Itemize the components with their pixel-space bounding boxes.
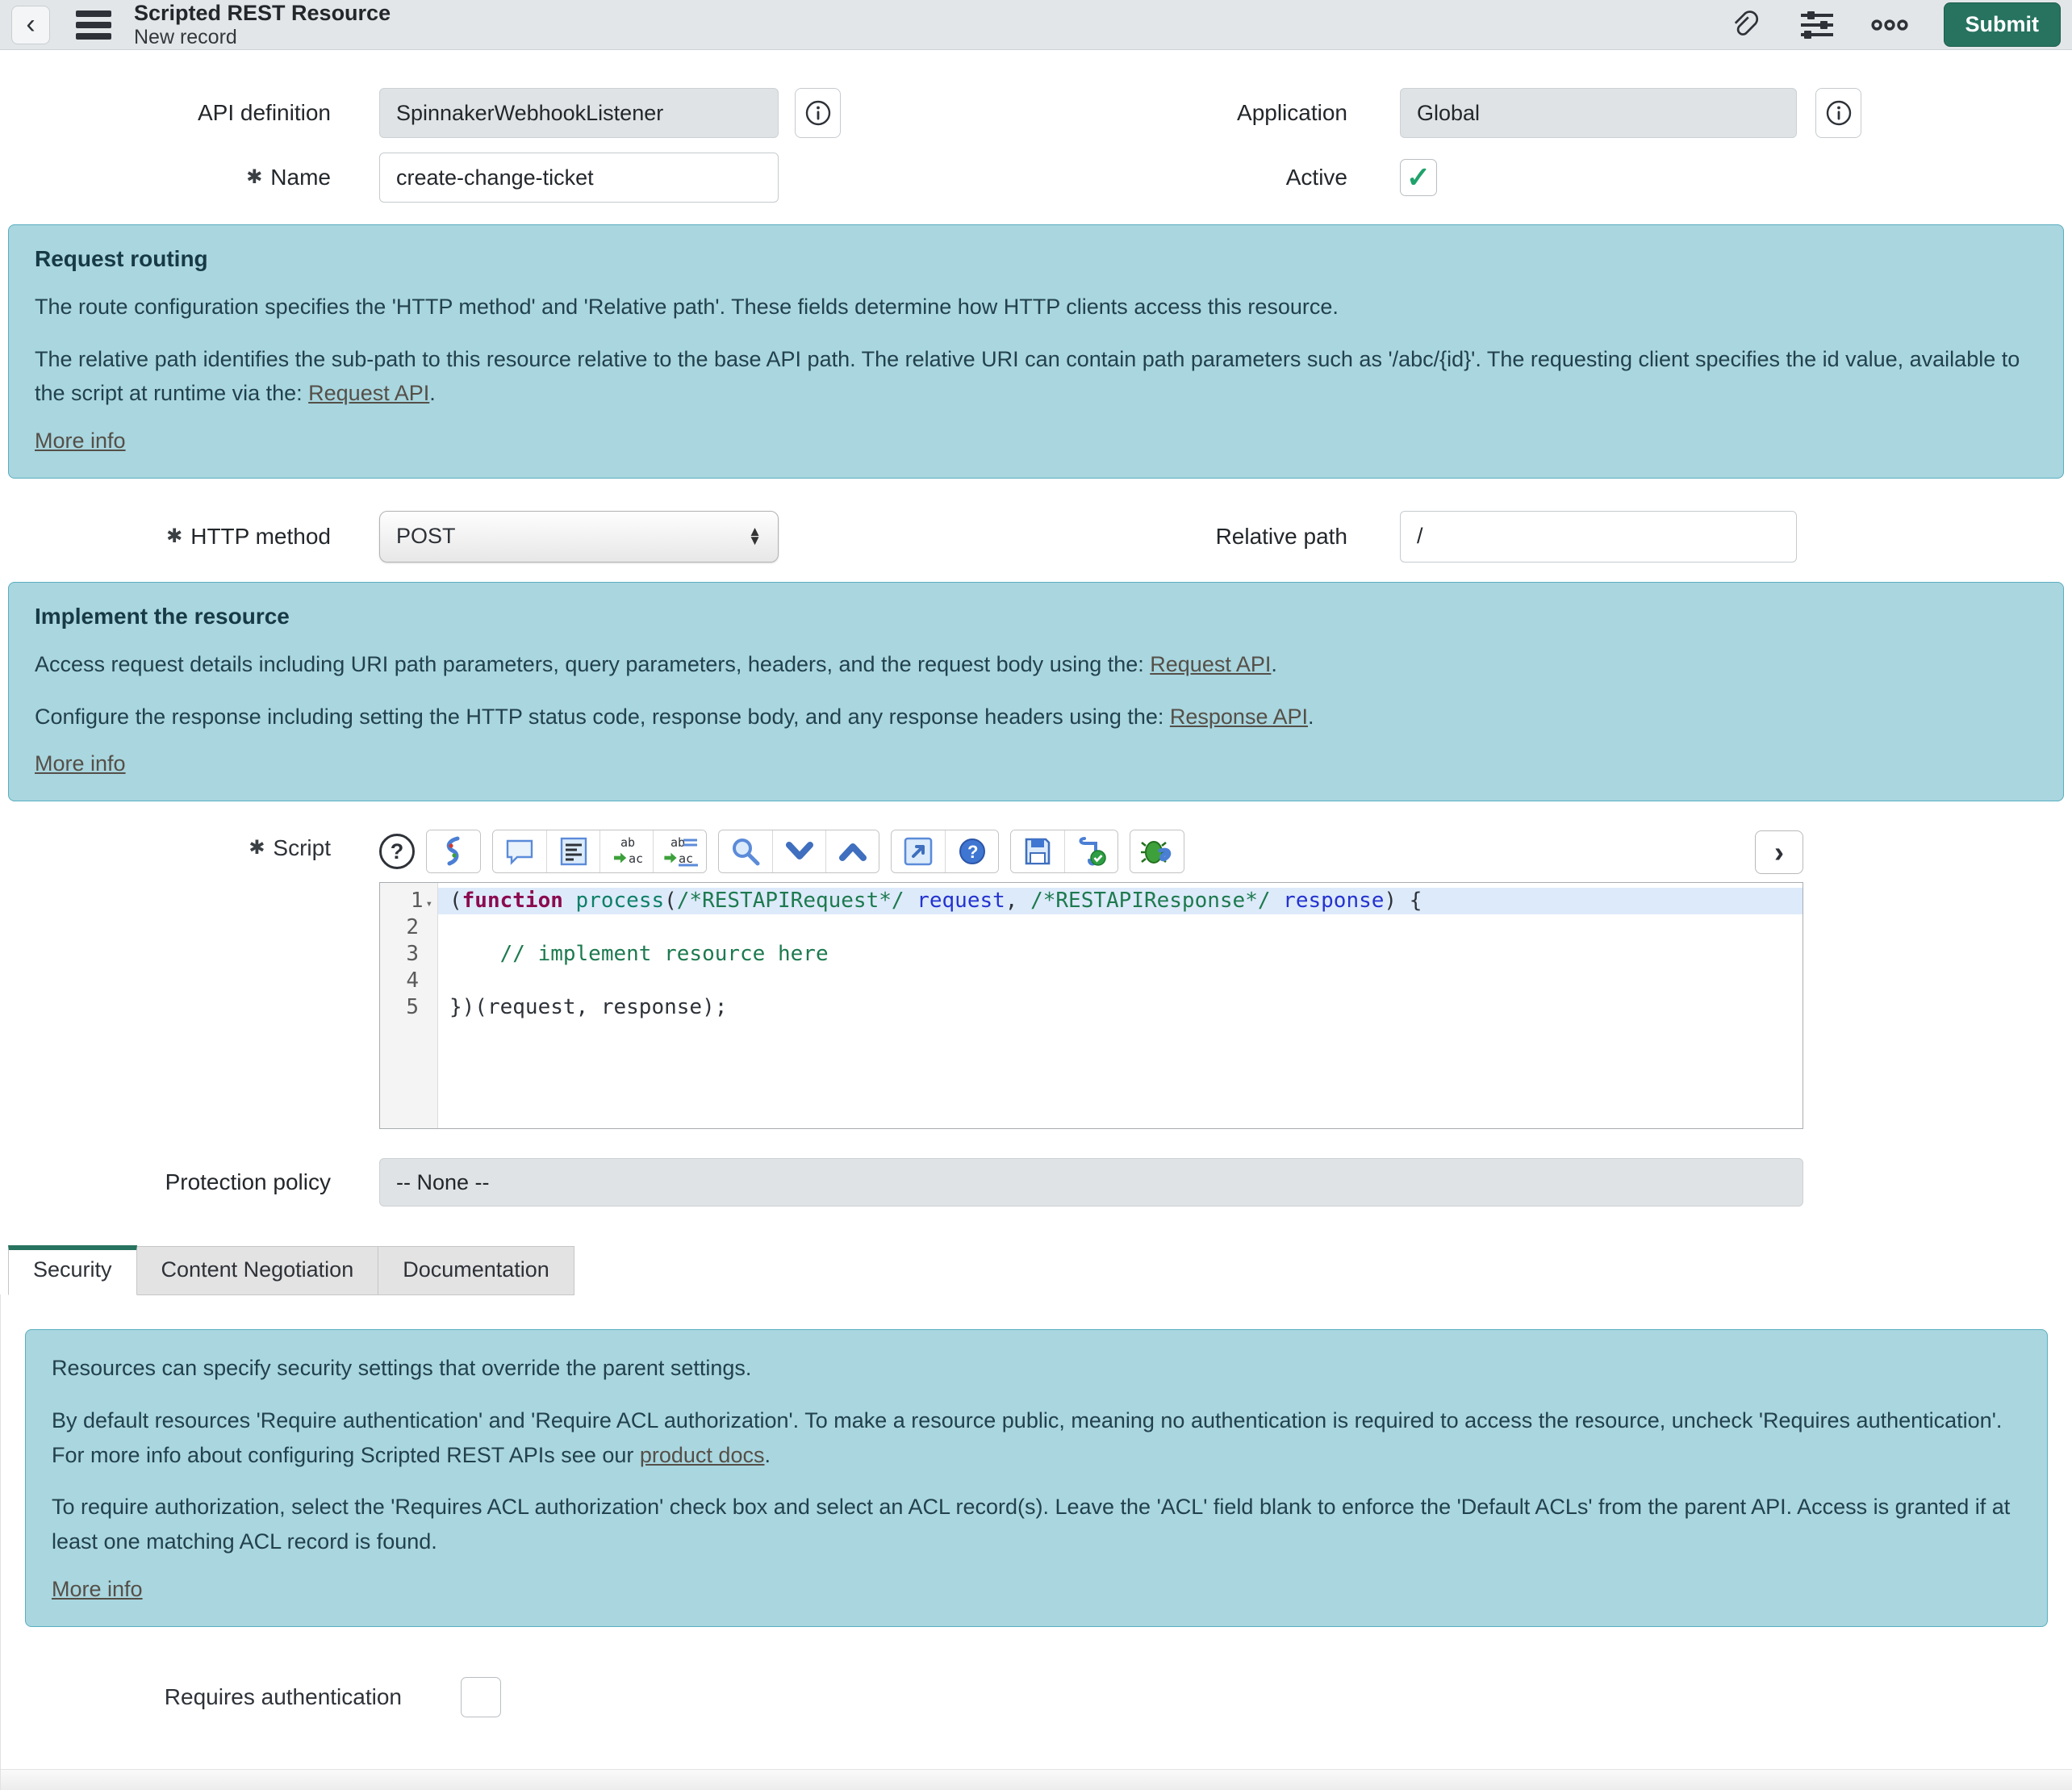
attachment-paperclip-icon[interactable]: [1726, 6, 1763, 44]
request-routing-p1: The route configuration specifies the 'H…: [35, 290, 2036, 324]
request-routing-title: Request routing: [35, 246, 2037, 272]
required-icon: ✱: [166, 525, 182, 547]
http-method-label: ✱HTTP method: [0, 524, 331, 550]
relative-path-label: Relative path: [936, 524, 1347, 550]
name-field[interactable]: [379, 153, 779, 203]
replace-icon[interactable]: abac: [599, 830, 653, 872]
security-p3: To require authorization, select the 'Re…: [52, 1490, 2021, 1558]
chevron-left-icon: ‹: [26, 9, 35, 40]
section-divider: [1, 1769, 2072, 1790]
application-info-button[interactable]: [1815, 88, 1861, 138]
code-area[interactable]: (function process(/*RESTAPIRequest*/ req…: [438, 883, 1803, 1128]
request-routing-p2: The relative path identifies the sub-pat…: [35, 342, 2036, 411]
implement-resource-p1: Access request details including URI pat…: [35, 647, 2036, 682]
editor-gutter: 1▾ 2 3 4 5: [380, 883, 438, 1128]
expand-script-button[interactable]: ›: [1755, 830, 1803, 874]
active-checkbox[interactable]: ✓: [1400, 159, 1437, 196]
submit-button[interactable]: Submit: [1944, 2, 2062, 47]
application-field[interactable]: [1400, 88, 1797, 138]
back-button[interactable]: ‹: [11, 6, 50, 44]
security-more-info-link[interactable]: More info: [52, 1577, 143, 1601]
svg-text:ac: ac: [679, 851, 693, 866]
response-api-link[interactable]: Response API: [1170, 705, 1308, 729]
search-icon[interactable]: [719, 830, 772, 872]
required-icon: ✱: [246, 166, 262, 188]
request-routing-note: Request routing The route configuration …: [8, 224, 2064, 479]
fold-icon: ▾: [426, 897, 432, 910]
application-label: Application: [936, 100, 1347, 126]
tab-security[interactable]: Security: [8, 1245, 137, 1295]
code-line-5: })(request, response);: [438, 994, 1803, 1021]
select-arrows-icon: ▲▼: [748, 528, 762, 545]
find-next-chevron-down-icon[interactable]: [772, 830, 825, 872]
implement-resource-more-info-link[interactable]: More info: [35, 751, 126, 776]
svg-text:ab: ab: [620, 835, 635, 850]
row-api-definition: API definition Application: [0, 87, 2072, 139]
script-section: ✱Script ? abac abac: [0, 829, 2072, 1129]
protection-policy-field[interactable]: [379, 1158, 1803, 1207]
requires-authentication-checkbox[interactable]: [461, 1677, 501, 1717]
security-tab-panel: Resources can specify security settings …: [0, 1294, 2072, 1789]
api-definition-field[interactable]: [379, 88, 779, 138]
implement-resource-title: Implement the resource: [35, 604, 2037, 629]
security-p1: Resources can specify security settings …: [52, 1351, 2021, 1386]
format-code-icon[interactable]: [546, 830, 599, 872]
check-icon: ✓: [1406, 161, 1431, 194]
toggle-comment-icon[interactable]: [493, 830, 546, 872]
requires-authentication-label: Requires authentication: [1, 1684, 402, 1710]
svg-text:ac: ac: [629, 851, 643, 866]
required-icon: ✱: [249, 837, 265, 859]
page-subtitle: New record: [134, 26, 391, 49]
chevron-right-icon: ›: [1774, 835, 1784, 869]
open-in-editor-icon[interactable]: [892, 830, 945, 872]
request-routing-more-info-link[interactable]: More info: [35, 429, 126, 453]
security-note: Resources can specify security settings …: [25, 1329, 2048, 1626]
request-api-link[interactable]: Request API: [308, 381, 429, 405]
row-name-active: ✱Name Active ✓: [0, 152, 2072, 203]
code-line-4: [438, 968, 1803, 994]
replace-all-icon[interactable]: abac: [653, 830, 706, 872]
active-label: Active: [936, 165, 1347, 190]
tab-content-negotiation[interactable]: Content Negotiation: [137, 1246, 379, 1295]
protection-policy-label: Protection policy: [0, 1169, 331, 1195]
svg-text:ab: ab: [670, 835, 685, 850]
syntax-check-button[interactable]: [427, 830, 480, 872]
page-title: Scripted REST Resource: [134, 1, 391, 26]
more-options-icon[interactable]: [1871, 6, 1908, 44]
api-definition-info-button[interactable]: [795, 88, 841, 138]
script-editor[interactable]: 1▾ 2 3 4 5 (function process(/*RESTAPIRe…: [379, 882, 1803, 1129]
validate-script-icon[interactable]: [1064, 830, 1117, 872]
name-label: ✱Name: [0, 165, 331, 190]
relative-path-field[interactable]: [1400, 511, 1797, 563]
form-header: ‹ Scripted REST Resource New record Subm…: [0, 0, 2072, 50]
code-line-1: (function process(/*RESTAPIRequest*/ req…: [438, 888, 1803, 914]
save-icon[interactable]: [1011, 830, 1064, 872]
find-previous-chevron-up-icon[interactable]: [825, 830, 879, 872]
security-p2: By default resources 'Require authentica…: [52, 1403, 2021, 1472]
implement-resource-p2: Configure the response including setting…: [35, 700, 2036, 734]
http-method-value: POST: [396, 524, 456, 549]
http-method-select[interactable]: POST ▲▼: [379, 511, 779, 563]
request-api-link[interactable]: Request API: [1150, 652, 1271, 676]
script-label: ✱Script: [0, 835, 331, 861]
personalize-form-sliders-icon[interactable]: [1798, 6, 1836, 44]
tab-strip: Security Content Negotiation Documentati…: [8, 1245, 2072, 1295]
debug-icon[interactable]: [1130, 830, 1184, 872]
editor-help-icon[interactable]: ?: [945, 830, 998, 872]
product-docs-link[interactable]: product docs: [640, 1443, 765, 1467]
code-line-2: [438, 914, 1803, 941]
svg-text:?: ?: [967, 842, 978, 862]
script-toolbar: ? abac abac: [379, 829, 2072, 874]
code-line-3: // implement resource here: [438, 941, 1803, 968]
row-method-path: ✱HTTP method POST ▲▼ Relative path: [0, 511, 2072, 563]
api-definition-label: API definition: [0, 100, 331, 126]
field-help-icon[interactable]: ?: [379, 834, 415, 869]
tab-documentation[interactable]: Documentation: [378, 1246, 574, 1295]
row-protection-policy: Protection policy: [0, 1158, 2072, 1207]
row-requires-authentication: Requires authentication: [1, 1677, 2072, 1717]
context-menu-icon[interactable]: [76, 6, 111, 44]
implement-resource-note: Implement the resource Access request de…: [8, 582, 2064, 801]
header-titles: Scripted REST Resource New record: [134, 1, 391, 49]
